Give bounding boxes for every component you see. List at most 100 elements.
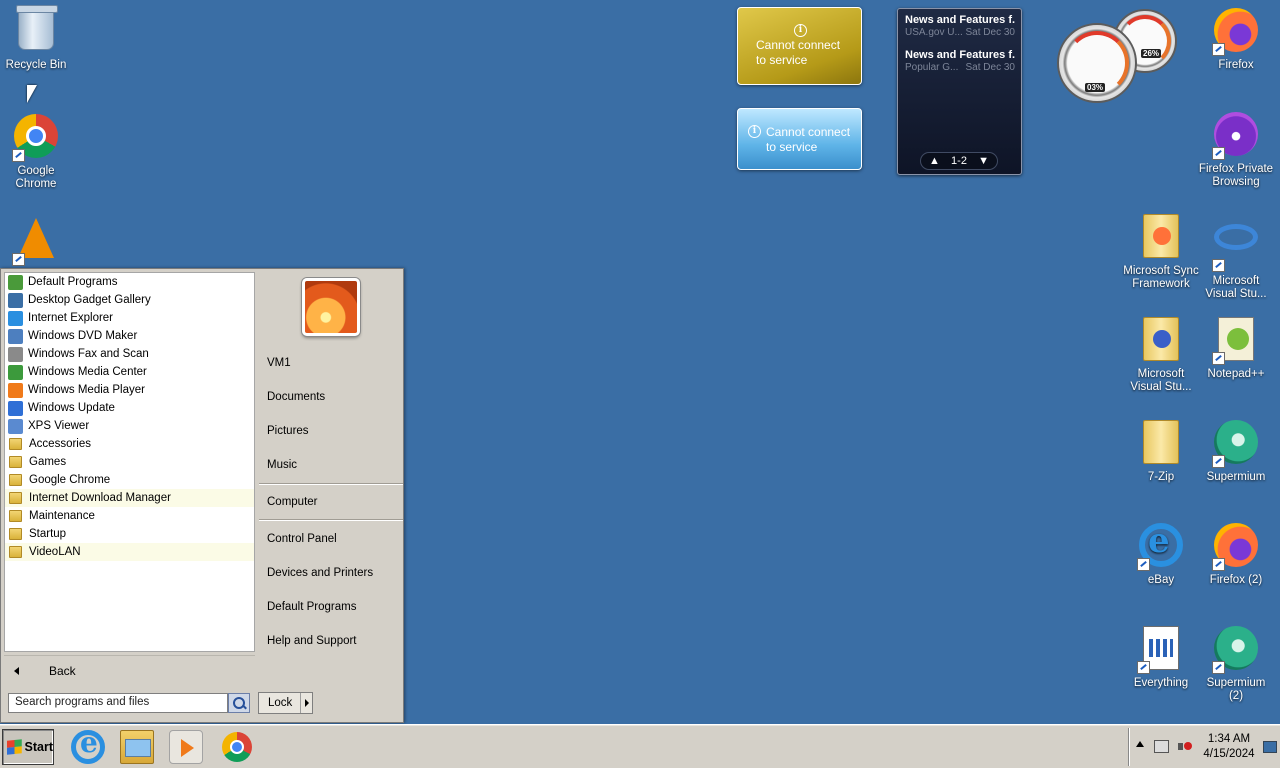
place-devices-and-printers[interactable]: Devices and Printers	[267, 567, 373, 579]
program-item[interactable]: Google Chrome	[5, 471, 254, 489]
program-item[interactable]: Windows Media Center	[5, 363, 254, 381]
folder-icon	[9, 546, 22, 558]
desktop-icon-sync-framework[interactable]: Microsoft Sync Framework	[1123, 212, 1199, 291]
place-user[interactable]: VM1	[267, 357, 291, 369]
folder-icon	[9, 510, 22, 522]
place-help-and-support[interactable]: Help and Support	[267, 635, 357, 647]
desktop-icon-firefox-private[interactable]: Firefox Private Browsing	[1198, 110, 1274, 189]
desktop-icon-label: Firefox	[1218, 59, 1254, 71]
program-item[interactable]: Windows Update	[5, 399, 254, 417]
desktop-icon-firefox[interactable]: Firefox	[1198, 6, 1274, 72]
program-item[interactable]: Startup	[5, 525, 254, 543]
program-item[interactable]: Windows DVD Maker	[5, 327, 254, 345]
program-item[interactable]: Internet Explorer	[5, 309, 254, 327]
program-item[interactable]: Windows Fax and Scan	[5, 345, 254, 363]
lock-button[interactable]: Lock	[258, 692, 313, 714]
feed-item[interactable]: News and Features f... USA.gov U... Sat …	[898, 9, 1021, 44]
program-item[interactable]: Default Programs	[5, 273, 254, 291]
desktop-icon-supermium[interactable]: Supermium	[1198, 418, 1274, 484]
volume-muted-icon[interactable]	[1178, 739, 1192, 755]
back-button-label: Back	[49, 663, 76, 678]
cpu-meter-gadget[interactable]: 03% 26%	[1057, 9, 1181, 103]
program-label: Google Chrome	[29, 474, 111, 486]
shutdown-options-arrow-icon[interactable]	[300, 693, 312, 713]
program-icon	[8, 382, 23, 398]
gadget-error-message: Cannot connect to service	[766, 125, 851, 154]
desktop-icon-visual-studio-2[interactable]: Microsoft Visual Stu...	[1123, 315, 1199, 394]
feed-next-button[interactable]: ▼	[978, 155, 989, 167]
feed-item-source: Popular G...	[905, 62, 959, 73]
desktop-icon-supermium-2[interactable]: Supermium (2)	[1198, 624, 1274, 703]
desktop-icon-label: Supermium	[1206, 471, 1266, 483]
back-button[interactable]: Back	[4, 655, 255, 685]
program-item[interactable]: Maintenance	[5, 507, 254, 525]
desktop-icon-firefox-2[interactable]: Firefox (2)	[1198, 521, 1274, 587]
clock[interactable]: 1:34 AM 4/15/2024	[1199, 732, 1259, 762]
user-avatar[interactable]	[302, 278, 360, 336]
program-item[interactable]: Accessories	[5, 435, 254, 453]
folder-help-icon	[1137, 317, 1185, 365]
desktop-icon-ebay[interactable]: eBay	[1123, 521, 1199, 587]
desktop-icon-everything[interactable]: Everything	[1123, 624, 1199, 690]
folder-icon	[9, 528, 22, 540]
place-documents[interactable]: Documents	[267, 391, 325, 403]
program-item[interactable]: Games	[5, 453, 254, 471]
feed-item-date: Sat Dec 30	[965, 62, 1015, 73]
folder-icon	[9, 492, 22, 504]
mouse-cursor-icon	[27, 85, 37, 103]
program-label: Maintenance	[29, 510, 95, 522]
program-icon	[8, 346, 23, 362]
program-item[interactable]: Windows Media Player	[5, 381, 254, 399]
program-label: VideoLAN	[29, 546, 81, 558]
feed-pager: ▲ 1-2 ▼	[920, 152, 998, 170]
taskbar-chrome-icon[interactable]	[222, 732, 252, 762]
show-desktop-button[interactable]	[1263, 741, 1277, 753]
desktop-icon-label: Notepad++	[1207, 368, 1265, 380]
search-icon[interactable]	[228, 693, 250, 713]
place-default-programs[interactable]: Default Programs	[267, 601, 356, 613]
recycle-bin-icon	[12, 5, 60, 56]
program-icon	[8, 310, 23, 326]
gadget-error-message: Cannot connect to service	[756, 38, 841, 67]
program-label: Windows Update	[28, 402, 115, 414]
feed-page-indicator: 1-2	[951, 155, 967, 167]
place-pictures[interactable]: Pictures	[267, 425, 309, 437]
search-input[interactable]: Search programs and files	[8, 693, 228, 713]
program-item[interactable]: Internet Download Manager	[5, 489, 254, 507]
program-item[interactable]: Desktop Gadget Gallery	[5, 291, 254, 309]
feed-headlines-gadget[interactable]: News and Features f... USA.gov U... Sat …	[897, 8, 1022, 175]
weather-gadget[interactable]: i Cannot connect to service	[737, 108, 862, 170]
taskbar-file-explorer-icon[interactable]	[120, 730, 154, 764]
program-label: Games	[29, 456, 67, 468]
program-icon	[8, 328, 23, 344]
place-computer[interactable]: Computer	[267, 496, 318, 508]
desktop-icon-label: Recycle Bin	[5, 59, 67, 71]
separator	[259, 519, 403, 521]
desktop-icon-notepad-plus-plus[interactable]: Notepad++	[1198, 315, 1274, 381]
place-control-panel[interactable]: Control Panel	[267, 533, 337, 545]
desktop-icon-recycle-bin[interactable]: Recycle Bin	[0, 5, 74, 72]
program-item[interactable]: XPS Viewer	[5, 417, 254, 435]
desktop-icon-label: Firefox Private Browsing	[1198, 163, 1274, 188]
supermium-icon	[1212, 626, 1260, 674]
place-music[interactable]: Music	[267, 459, 297, 471]
desktop-icon-7zip[interactable]: 7-Zip	[1123, 418, 1199, 484]
taskbar-media-player-icon[interactable]	[169, 730, 203, 764]
desktop-icon-vlc[interactable]	[0, 214, 74, 269]
feed-previous-button[interactable]: ▲	[929, 155, 940, 167]
desktop-icon-google-chrome[interactable]: Google Chrome	[0, 112, 74, 191]
network-icon[interactable]	[1154, 740, 1169, 753]
clock-time: 1:34 AM	[1207, 733, 1251, 745]
currency-gadget[interactable]: i Cannot connect to service	[737, 7, 862, 85]
show-hidden-icons-icon[interactable]	[1136, 741, 1144, 747]
firefox-private-icon	[1212, 112, 1260, 160]
start-button[interactable]: Start	[2, 729, 54, 765]
feed-item[interactable]: News and Features f... Popular G... Sat …	[898, 44, 1021, 79]
program-label: Default Programs	[28, 276, 118, 288]
desktop-icon-label: Microsoft Sync Framework	[1123, 265, 1199, 290]
taskbar-internet-explorer-icon[interactable]	[71, 726, 105, 764]
desktop-icon-visual-studio-1[interactable]: Microsoft Visual Stu...	[1198, 212, 1274, 301]
desktop-icon-label: eBay	[1147, 574, 1175, 586]
program-item[interactable]: VideoLAN	[5, 543, 254, 561]
desktop-icon-label: Firefox (2)	[1209, 574, 1263, 586]
